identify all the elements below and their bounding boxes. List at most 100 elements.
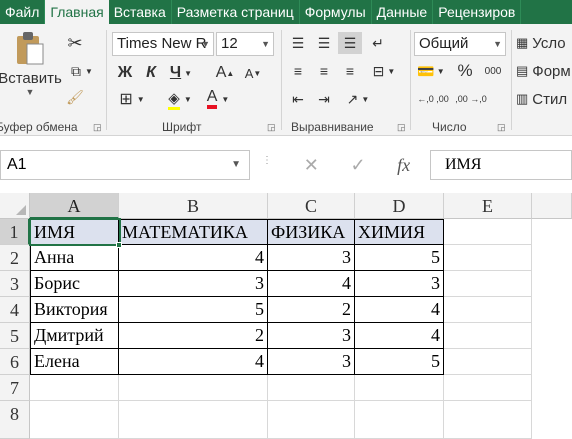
cell-e3[interactable] bbox=[444, 271, 532, 297]
borders-button[interactable]: ⊞ ▼ bbox=[114, 88, 150, 110]
tab-home[interactable]: Главная bbox=[45, 0, 109, 24]
row-header-5[interactable]: 5 bbox=[0, 323, 30, 349]
cell-e4[interactable] bbox=[444, 297, 532, 323]
cell-d2[interactable]: 5 bbox=[355, 245, 444, 271]
cell-d5[interactable]: 4 bbox=[355, 323, 444, 349]
formula-input[interactable]: ИМЯ bbox=[430, 150, 572, 180]
cell-b4[interactable]: 5 bbox=[119, 297, 268, 323]
number-format-dropdown[interactable]: Общий ▼ bbox=[414, 32, 506, 56]
percent-button[interactable]: % bbox=[454, 60, 476, 82]
cell-d4[interactable]: 4 bbox=[355, 297, 444, 323]
cell-a3[interactable]: Борис bbox=[30, 271, 119, 297]
name-box[interactable]: A1 ▼ bbox=[0, 150, 250, 180]
cell-a5[interactable]: Дмитрий bbox=[30, 323, 119, 349]
tab-data[interactable]: Данные bbox=[372, 0, 434, 24]
wrap-text-icon[interactable]: ↵ bbox=[366, 32, 390, 54]
align-center-icon[interactable]: ≡ bbox=[312, 60, 336, 82]
paste-button[interactable]: Вставить ▼ bbox=[0, 30, 62, 110]
row-header-6[interactable]: 6 bbox=[0, 349, 30, 375]
cell-c1[interactable]: ФИЗИКА bbox=[268, 219, 355, 245]
align-top-icon[interactable]: ☰ bbox=[286, 32, 310, 54]
cell-b5[interactable]: 2 bbox=[119, 323, 268, 349]
fill-color-button[interactable]: ◈ ▼ bbox=[162, 88, 198, 110]
italic-button[interactable]: К bbox=[140, 62, 162, 84]
cell-a2[interactable]: Анна bbox=[30, 245, 119, 271]
column-header-a[interactable]: A bbox=[30, 193, 119, 219]
dialog-launcher-icon[interactable]: ◲ bbox=[397, 122, 406, 133]
enter-icon[interactable]: ✓ bbox=[350, 155, 365, 176]
dialog-launcher-icon[interactable]: ◲ bbox=[93, 122, 102, 133]
cell-c7[interactable] bbox=[268, 375, 355, 401]
cell-e2[interactable] bbox=[444, 245, 532, 271]
fill-handle[interactable] bbox=[116, 242, 122, 248]
cell-b2[interactable]: 4 bbox=[119, 245, 268, 271]
cell-e8[interactable] bbox=[444, 401, 532, 439]
cell-e7[interactable] bbox=[444, 375, 532, 401]
cell-c6[interactable]: 3 bbox=[268, 349, 355, 375]
tab-formulas[interactable]: Формулы bbox=[300, 0, 372, 24]
cell-e5[interactable] bbox=[444, 323, 532, 349]
merge-center-icon[interactable]: ⊟ ▼ bbox=[366, 60, 402, 82]
decrease-indent-icon[interactable]: ⇤ bbox=[286, 88, 310, 110]
format-painter-button[interactable]: 🖌 bbox=[64, 86, 86, 108]
column-header-b[interactable]: B bbox=[119, 193, 268, 219]
font-name-dropdown[interactable]: Times New R ▼ bbox=[112, 32, 214, 56]
cell-styles-button[interactable]: ▥ Стил bbox=[516, 88, 572, 110]
column-header-c[interactable]: C bbox=[268, 193, 355, 219]
cell-d6[interactable]: 5 bbox=[355, 349, 444, 375]
cut-button[interactable]: ✂ bbox=[64, 32, 86, 54]
insert-function-icon[interactable]: fx bbox=[397, 155, 410, 176]
copy-button[interactable]: ⧉ ▼ bbox=[64, 60, 100, 82]
cell-b3[interactable]: 3 bbox=[119, 271, 268, 297]
row-header-2[interactable]: 2 bbox=[0, 245, 30, 271]
cell-c5[interactable]: 3 bbox=[268, 323, 355, 349]
align-right-icon[interactable]: ≡ bbox=[338, 60, 362, 82]
tab-review[interactable]: Рецензиров bbox=[433, 0, 522, 24]
cell-b1[interactable]: МАТЕМАТИКА bbox=[119, 219, 268, 245]
row-header-7[interactable]: 7 bbox=[0, 375, 30, 401]
grow-font-button[interactable]: A ▲ bbox=[214, 62, 236, 84]
cell-a4[interactable]: Виктория bbox=[30, 297, 119, 323]
cell-c3[interactable]: 4 bbox=[268, 271, 355, 297]
column-header-d[interactable]: D bbox=[355, 193, 444, 219]
align-bottom-icon[interactable]: ☰ bbox=[338, 32, 362, 54]
cell-a7[interactable] bbox=[30, 375, 119, 401]
column-header-f[interactable] bbox=[532, 193, 572, 219]
cell-a1[interactable]: ИМЯ bbox=[30, 219, 119, 245]
cell-e1[interactable] bbox=[444, 219, 532, 245]
cell-a6[interactable]: Елена bbox=[30, 349, 119, 375]
cancel-icon[interactable]: ✕ bbox=[304, 155, 319, 176]
formula-bar-grip[interactable]: ⋮ bbox=[262, 156, 272, 166]
align-left-icon[interactable]: ≡ bbox=[286, 60, 310, 82]
cell-d7[interactable] bbox=[355, 375, 444, 401]
dialog-launcher-icon[interactable]: ◲ bbox=[497, 122, 506, 133]
row-header-8[interactable]: 8 bbox=[0, 401, 30, 439]
conditional-formatting-button[interactable]: ▦ Усло bbox=[516, 32, 572, 54]
cell-c4[interactable]: 2 bbox=[268, 297, 355, 323]
cell-d1[interactable]: ХИМИЯ bbox=[355, 219, 444, 245]
cell-b6[interactable]: 4 bbox=[119, 349, 268, 375]
cell-c8[interactable] bbox=[268, 401, 355, 439]
format-as-table-button[interactable]: ▤ Форм bbox=[516, 60, 572, 82]
font-color-button[interactable]: A ▼ bbox=[200, 88, 236, 110]
tab-insert[interactable]: Вставка bbox=[109, 0, 172, 24]
dialog-launcher-icon[interactable]: ◲ bbox=[267, 122, 276, 133]
row-header-3[interactable]: 3 bbox=[0, 271, 30, 297]
row-header-1[interactable]: 1 bbox=[0, 219, 30, 245]
cell-a8[interactable] bbox=[30, 401, 119, 439]
select-all-button[interactable] bbox=[0, 193, 30, 219]
shrink-font-button[interactable]: A ▼ bbox=[242, 62, 264, 84]
cell-d8[interactable] bbox=[355, 401, 444, 439]
cell-d3[interactable]: 3 bbox=[355, 271, 444, 297]
row-header-4[interactable]: 4 bbox=[0, 297, 30, 323]
tab-page-layout[interactable]: Разметка страниц bbox=[172, 0, 300, 24]
underline-button[interactable]: Ч ▼ bbox=[166, 62, 196, 84]
column-header-e[interactable]: E bbox=[444, 193, 532, 219]
orientation-icon[interactable]: ↗ ▼ bbox=[340, 88, 376, 110]
cell-e6[interactable] bbox=[444, 349, 532, 375]
cell-c2[interactable]: 3 bbox=[268, 245, 355, 271]
bold-button[interactable]: Ж bbox=[114, 62, 136, 84]
increase-decimal-button[interactable]: ←,0 ,00 bbox=[416, 88, 450, 110]
decrease-decimal-button[interactable]: ,00 →,0 bbox=[454, 88, 488, 110]
increase-indent-icon[interactable]: ⇥ bbox=[312, 88, 336, 110]
